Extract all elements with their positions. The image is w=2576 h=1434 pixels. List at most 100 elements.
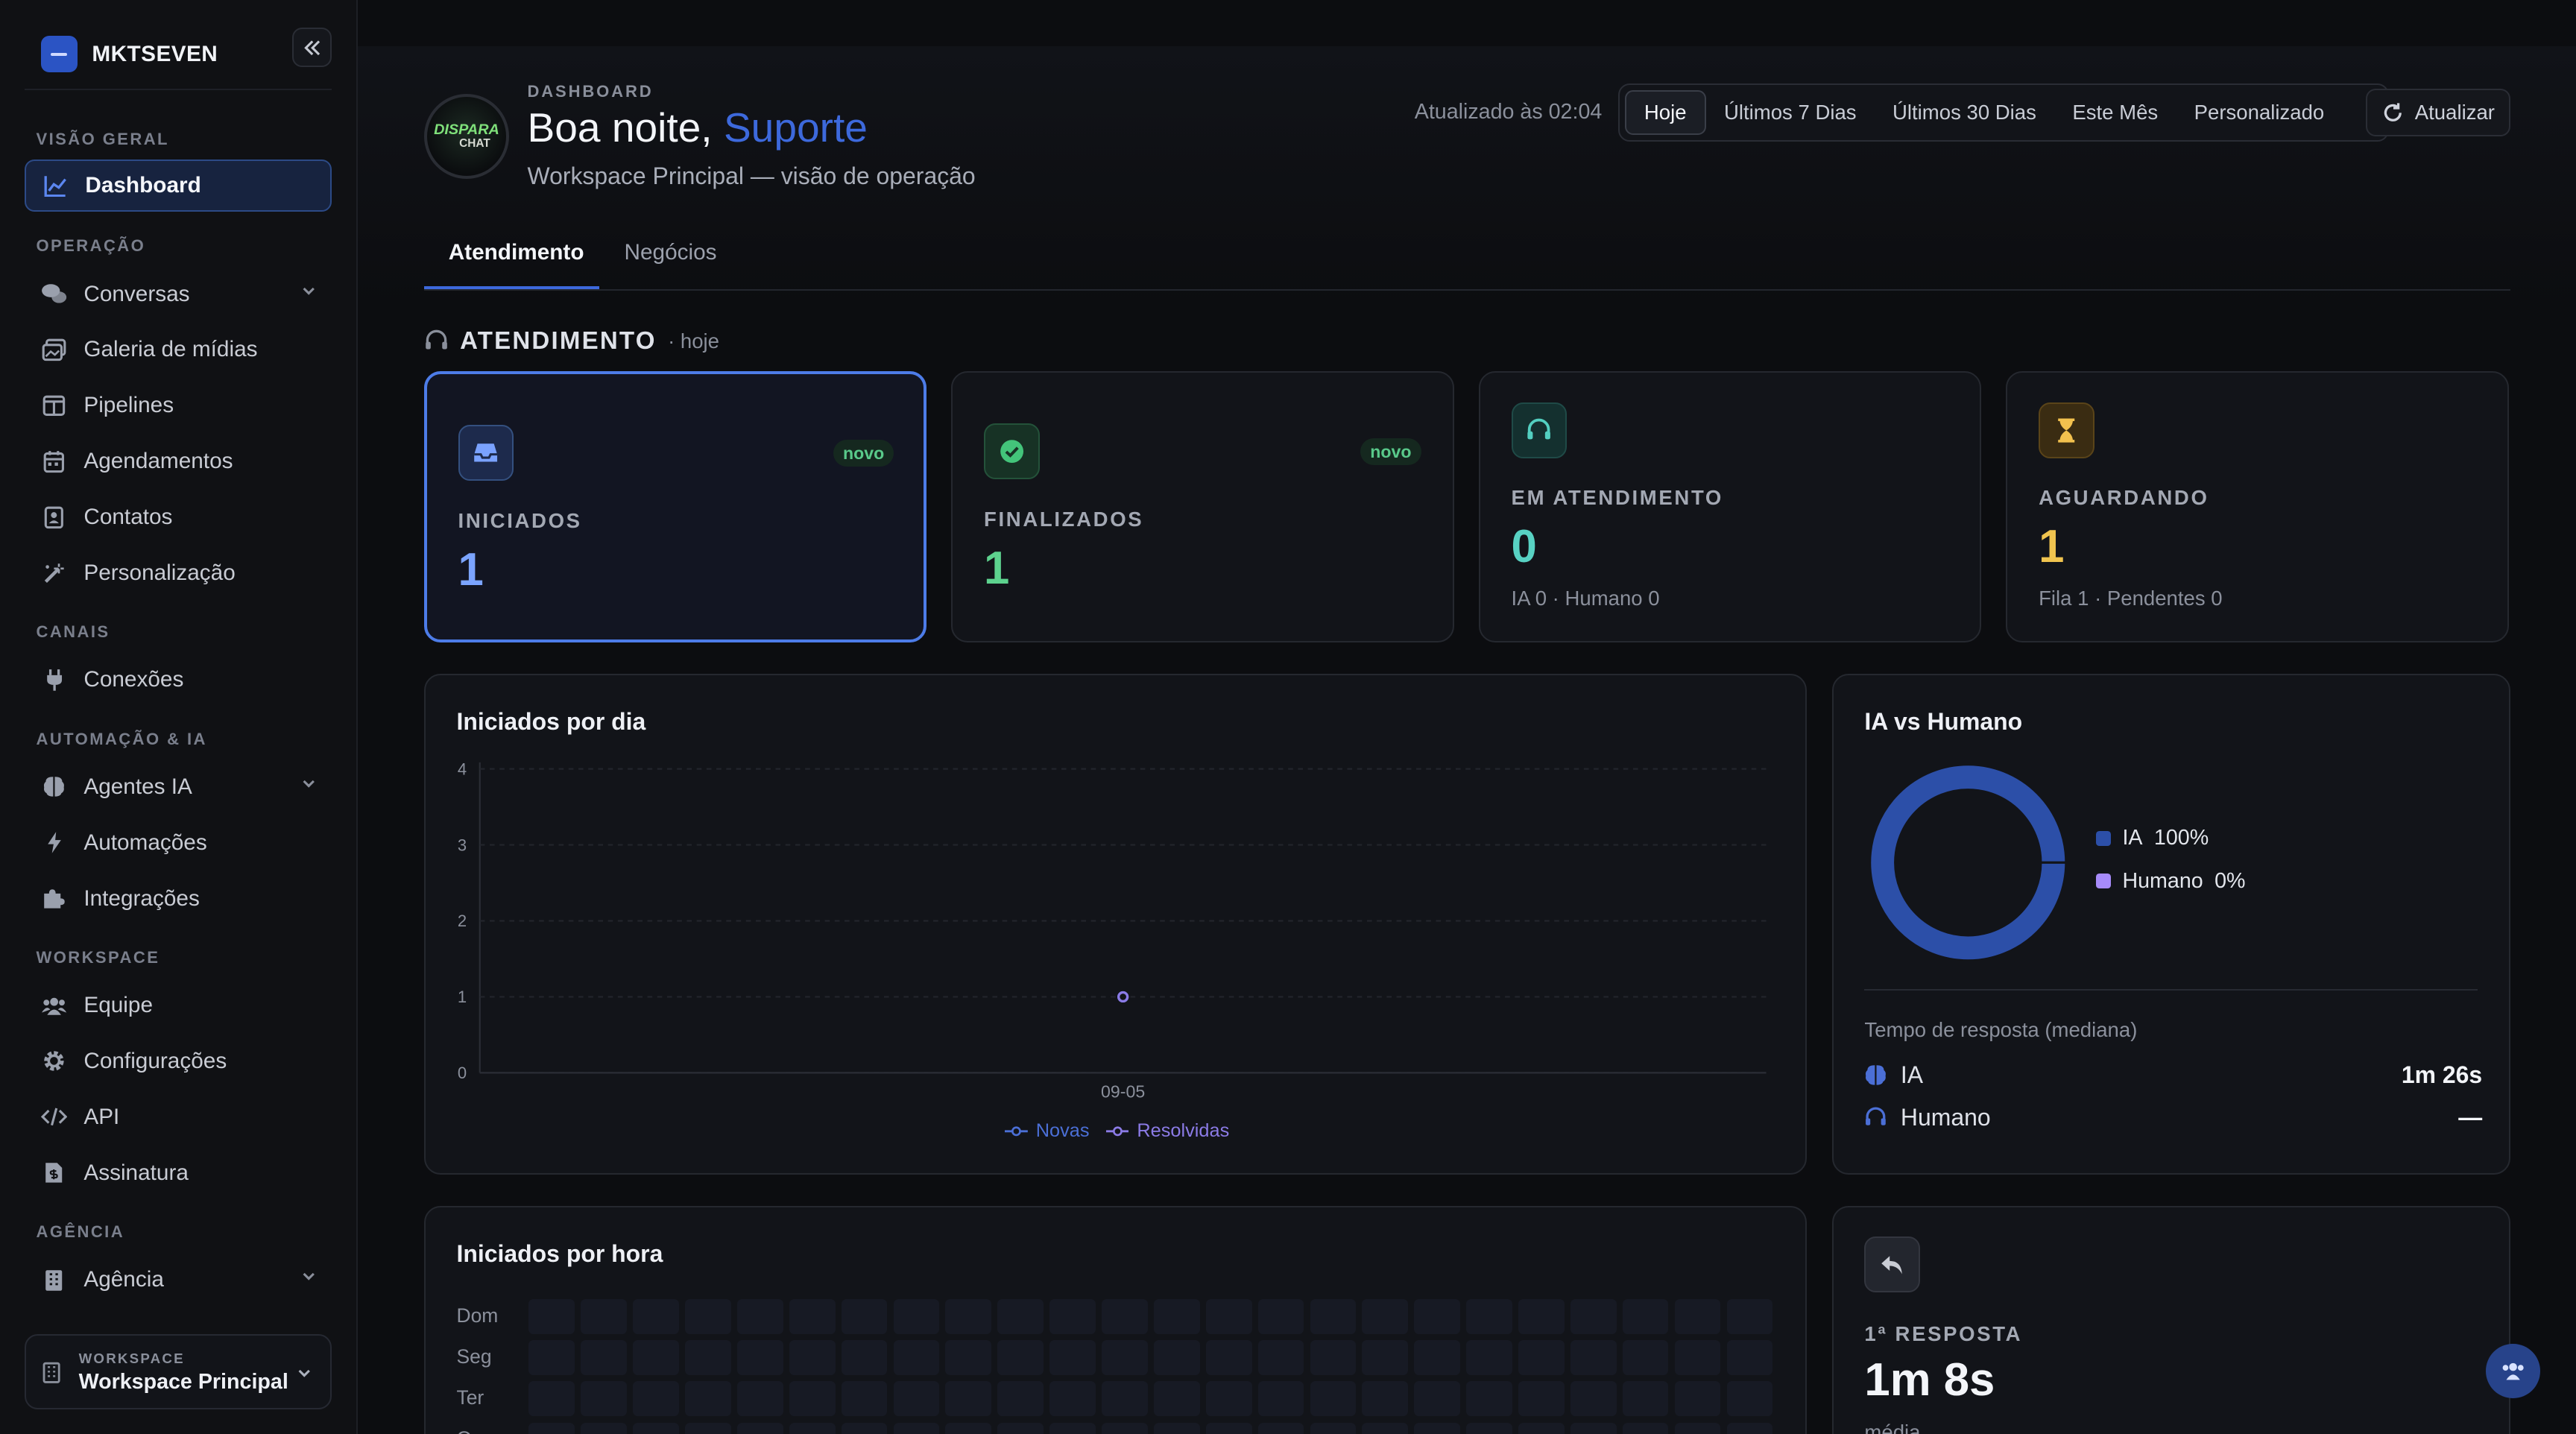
heatmap-cell[interactable] — [1257, 1340, 1304, 1375]
heatmap-cell[interactable] — [736, 1299, 783, 1334]
heatmap-cell[interactable] — [528, 1381, 575, 1416]
heatmap-cell[interactable] — [1674, 1422, 1721, 1434]
collapse-sidebar-button[interactable] — [292, 28, 332, 68]
heatmap-cell[interactable] — [685, 1422, 731, 1434]
heatmap-cell[interactable] — [893, 1299, 940, 1334]
sidebar-item-integracoes[interactable]: Integrações — [25, 872, 332, 925]
heatmap-cell[interactable] — [1518, 1340, 1565, 1375]
donut-slice-ia[interactable] — [1871, 765, 2065, 959]
heatmap-cell[interactable] — [1518, 1381, 1565, 1416]
heatmap-cell[interactable] — [633, 1299, 679, 1334]
heatmap-cell[interactable] — [1414, 1340, 1460, 1375]
heatmap-cell[interactable] — [736, 1381, 783, 1416]
heatmap-cell[interactable] — [581, 1340, 628, 1375]
heatmap-cell[interactable] — [841, 1299, 888, 1334]
heatmap-cell[interactable] — [1726, 1422, 1773, 1434]
heatmap-cell[interactable] — [1726, 1299, 1773, 1334]
kpi-card-em-atendimento[interactable]: EM ATENDIMENTO 0 IA 0 · Humano 0 — [1478, 371, 1982, 642]
heatmap-cell[interactable] — [581, 1422, 628, 1434]
heatmap-cell[interactable] — [789, 1381, 836, 1416]
heatmap-cell[interactable] — [1049, 1340, 1096, 1375]
heatmap-cell[interactable] — [685, 1381, 731, 1416]
tab-negocios[interactable]: Negócios — [625, 240, 717, 265]
heatmap-cell[interactable] — [1153, 1381, 1200, 1416]
sidebar-item-agencia[interactable]: Agência — [25, 1254, 332, 1307]
heatmap-cell[interactable] — [1414, 1422, 1460, 1434]
sidebar-item-conexoes[interactable]: Conexões — [25, 654, 332, 707]
workspace-switcher[interactable]: WORKSPACE Workspace Principal — [25, 1333, 332, 1410]
heatmap-cell[interactable] — [1466, 1340, 1512, 1375]
heatmap-cell[interactable] — [1205, 1299, 1252, 1334]
sidebar-item-dashboard[interactable]: Dashboard — [25, 159, 332, 212]
heatmap-cell[interactable] — [1257, 1299, 1304, 1334]
heatmap-cell[interactable] — [1362, 1381, 1409, 1416]
sidebar-item-assinatura[interactable]: Assinatura — [25, 1146, 332, 1199]
heatmap-cell[interactable] — [1570, 1422, 1617, 1434]
heatmap-cell[interactable] — [893, 1422, 940, 1434]
heatmap-cell[interactable] — [1726, 1381, 1773, 1416]
heatmap-cell[interactable] — [1518, 1422, 1565, 1434]
heatmap-cell[interactable] — [1205, 1422, 1252, 1434]
heatmap-cell[interactable] — [945, 1381, 992, 1416]
heatmap-cell[interactable] — [1205, 1381, 1252, 1416]
heatmap-cell[interactable] — [1102, 1340, 1148, 1375]
heatmap-cell[interactable] — [1102, 1381, 1148, 1416]
heatmap-cell[interactable] — [1674, 1381, 1721, 1416]
heatmap-cell[interactable] — [685, 1340, 731, 1375]
heatmap-cell[interactable] — [528, 1422, 575, 1434]
heatmap-cell[interactable] — [1362, 1340, 1409, 1375]
heatmap-cell[interactable] — [528, 1340, 575, 1375]
heatmap-cell[interactable] — [1570, 1381, 1617, 1416]
heatmap-cell[interactable] — [997, 1381, 1044, 1416]
heatmap-cell[interactable] — [1726, 1340, 1773, 1375]
heatmap-cell[interactable] — [1622, 1340, 1669, 1375]
heatmap-cell[interactable] — [893, 1381, 940, 1416]
heatmap-cell[interactable] — [1362, 1299, 1409, 1334]
heatmap-cell[interactable] — [581, 1381, 628, 1416]
heatmap-cell[interactable] — [841, 1422, 888, 1434]
heatmap-cell[interactable] — [997, 1422, 1044, 1434]
refresh-button[interactable]: Atualizar — [2365, 89, 2510, 136]
heatmap-cell[interactable] — [1518, 1299, 1565, 1334]
heatmap-cell[interactable] — [1049, 1381, 1096, 1416]
heatmap-cell[interactable] — [581, 1299, 628, 1334]
sidebar-item-agentes-ia[interactable]: Agentes IA — [25, 760, 332, 813]
sidebar-item-equipe[interactable]: Equipe — [25, 979, 332, 1032]
heatmap-cell[interactable] — [1153, 1299, 1200, 1334]
heatmap-cell[interactable] — [1622, 1381, 1669, 1416]
heatmap-cell[interactable] — [736, 1340, 783, 1375]
kpi-card-aguardando[interactable]: AGUARDANDO 1 Fila 1 · Pendentes 0 — [2006, 371, 2509, 642]
kpi-card-finalizados[interactable]: novo FINALIZADOS 1 — [951, 371, 1454, 642]
heatmap-cell[interactable] — [997, 1340, 1044, 1375]
sidebar-item-pipelines[interactable]: Pipelines — [25, 379, 332, 432]
heatmap-cell[interactable] — [1414, 1299, 1460, 1334]
heatmap-cell[interactable] — [1570, 1340, 1617, 1375]
heatmap-cell[interactable] — [1570, 1299, 1617, 1334]
range-button-este-mes[interactable]: Este Mês — [2054, 90, 2176, 135]
heatmap-cell[interactable] — [1049, 1422, 1096, 1434]
sidebar-item-automacoes[interactable]: Automações — [25, 816, 332, 869]
heatmap-cell[interactable] — [1310, 1381, 1357, 1416]
range-button-30-dias[interactable]: Últimos 30 Dias — [1875, 90, 2054, 135]
heatmap-cell[interactable] — [633, 1422, 679, 1434]
heatmap-cell[interactable] — [1049, 1299, 1096, 1334]
heatmap-cell[interactable] — [736, 1422, 783, 1434]
heatmap-cell[interactable] — [997, 1299, 1044, 1334]
sidebar-item-conversas[interactable]: Conversas — [25, 268, 332, 320]
heatmap-cell[interactable] — [789, 1340, 836, 1375]
heatmap-cell[interactable] — [1466, 1381, 1512, 1416]
kpi-card-iniciados[interactable]: novo INICIADOS 1 — [423, 371, 927, 642]
heatmap-cell[interactable] — [1674, 1340, 1721, 1375]
data-point-resolvidas[interactable] — [1117, 991, 1128, 1002]
sidebar-item-api[interactable]: API — [25, 1091, 332, 1144]
heatmap-cell[interactable] — [1466, 1422, 1512, 1434]
heatmap-cell[interactable] — [633, 1381, 679, 1416]
heatmap-cell[interactable] — [841, 1381, 888, 1416]
heatmap-cell[interactable] — [789, 1422, 836, 1434]
heatmap-cell[interactable] — [945, 1422, 992, 1434]
heatmap-cell[interactable] — [1414, 1381, 1460, 1416]
heatmap-cell[interactable] — [633, 1340, 679, 1375]
range-button-personalizado[interactable]: Personalizado — [2176, 90, 2342, 135]
heatmap-cell[interactable] — [1205, 1340, 1252, 1375]
legend-item-resolvidas[interactable]: Resolvidas — [1105, 1120, 1229, 1142]
